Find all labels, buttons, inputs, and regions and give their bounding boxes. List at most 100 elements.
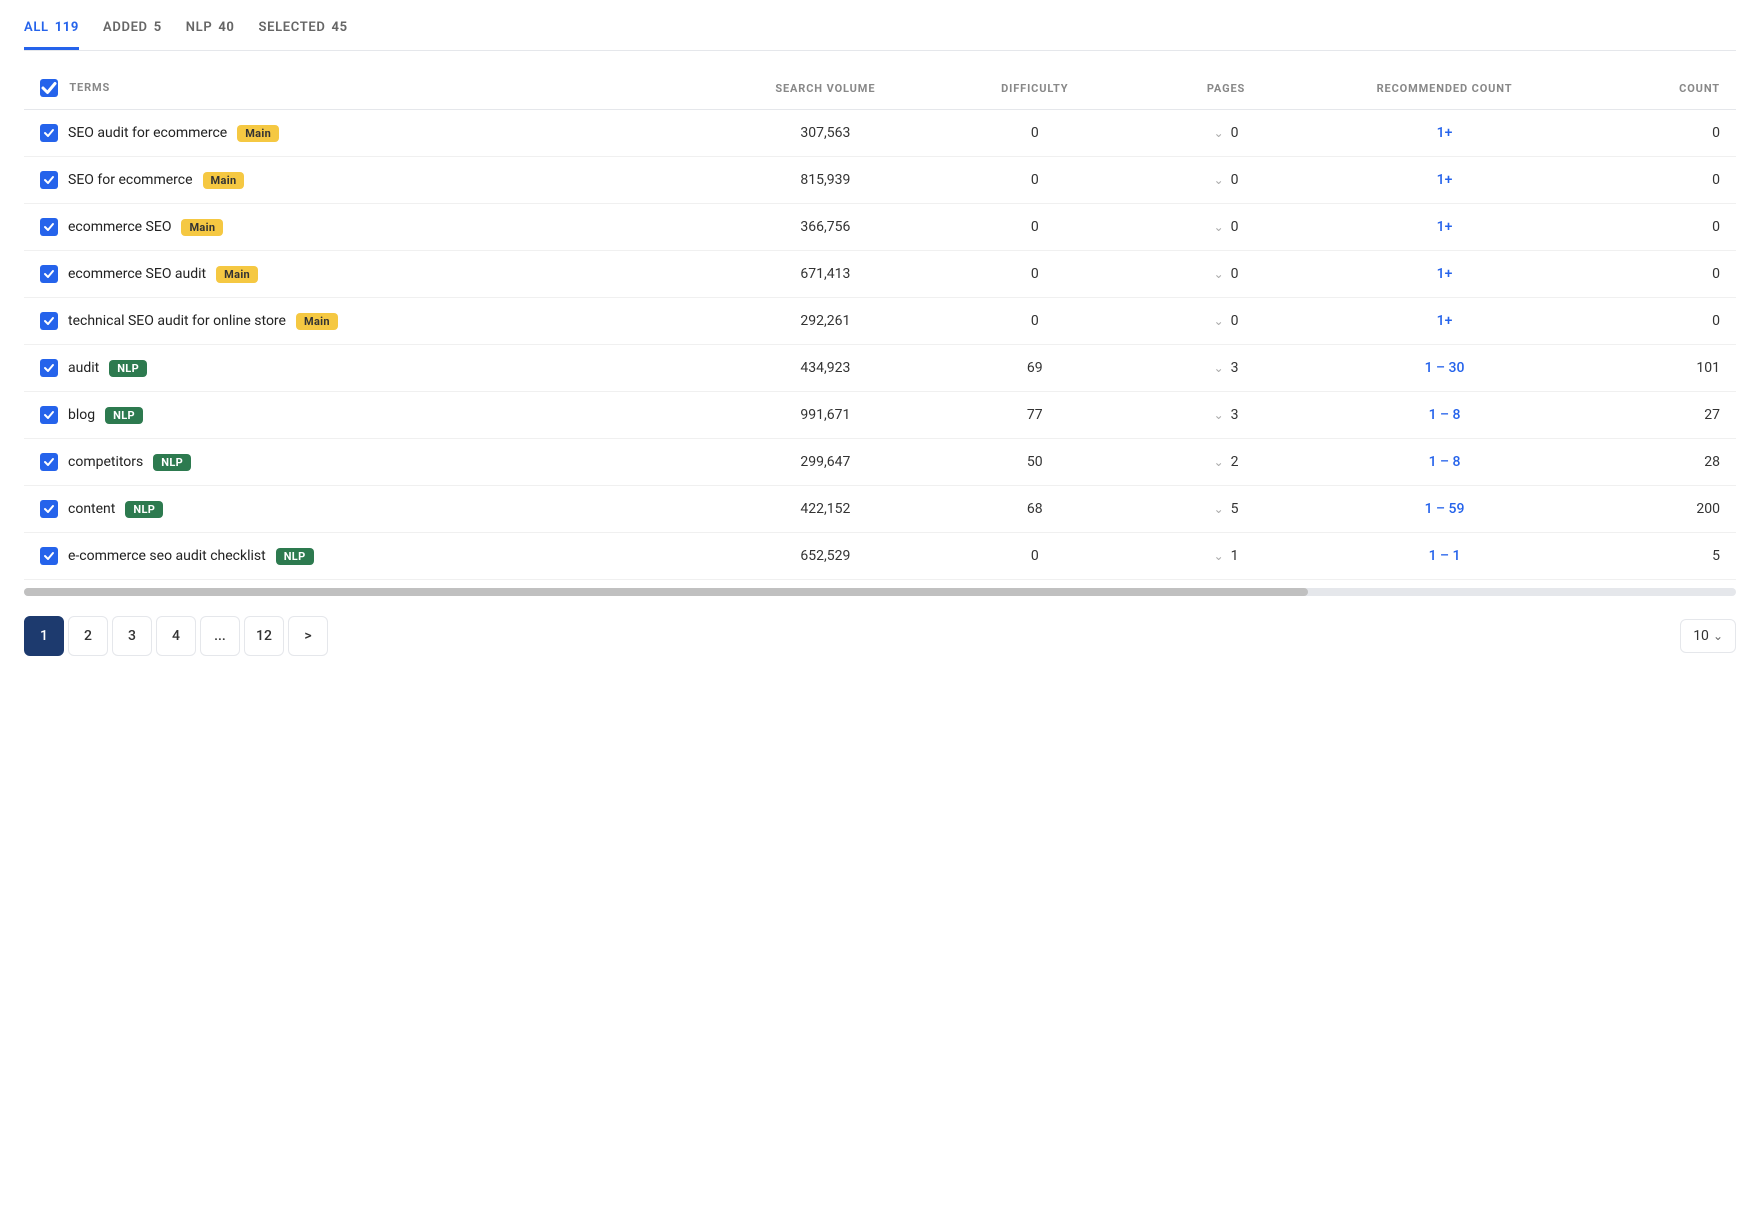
- terms-header-label: TERMS: [69, 81, 110, 94]
- count-cell-3: 0: [1572, 251, 1736, 298]
- terms-cell-2: ecommerce SEO Main: [24, 204, 716, 251]
- terms-header: TERMS: [24, 67, 716, 110]
- row-checkbox-9[interactable]: [40, 547, 58, 565]
- tab-all[interactable]: ALL 119: [24, 20, 79, 50]
- recommended-count-link-6[interactable]: 1 – 8: [1429, 407, 1461, 423]
- pages-cell-0: ⌄ 0: [1135, 110, 1317, 157]
- term-text-7: competitors: [68, 454, 143, 470]
- table-wrapper: TERMS SEARCH VOLUME DIFFICULTY PAGES REC…: [24, 67, 1736, 580]
- difficulty-cell-0: 0: [935, 110, 1135, 157]
- term-text-4: technical SEO audit for online store: [68, 313, 286, 329]
- tab-added[interactable]: ADDED 5: [103, 20, 162, 50]
- recommended-count-link-5[interactable]: 1 – 30: [1425, 360, 1465, 376]
- pages-chevron-7[interactable]: ⌄: [1214, 455, 1224, 469]
- terms-cell-0: SEO audit for ecommerce Main: [24, 110, 716, 157]
- search-volume-cell-8: 422,152: [716, 486, 935, 533]
- recommended-count-link-2[interactable]: 1+: [1437, 219, 1453, 235]
- page-btn-2[interactable]: 2: [68, 616, 108, 656]
- tab-count-added: 5: [154, 20, 162, 35]
- count-cell-9: 5: [1572, 533, 1736, 580]
- pages-chevron-9[interactable]: ⌄: [1214, 549, 1224, 563]
- term-text-8: content: [68, 501, 115, 517]
- tabs: ALL 119 ADDED 5 NLP 40 SELECTED 45: [24, 20, 1736, 50]
- recommended-count-cell-7: 1 – 8: [1317, 439, 1572, 486]
- recommended-count-link-3[interactable]: 1+: [1437, 266, 1453, 282]
- recommended-count-link-8[interactable]: 1 – 59: [1425, 501, 1465, 517]
- difficulty-cell-8: 68: [935, 486, 1135, 533]
- tab-nlp[interactable]: NLP 40: [186, 20, 235, 50]
- horizontal-scrollbar[interactable]: [24, 588, 1736, 596]
- terms-cell-5: audit NLP: [24, 345, 716, 392]
- terms-cell-4: technical SEO audit for online store Mai…: [24, 298, 716, 345]
- tab-count-selected: 45: [331, 20, 347, 35]
- difficulty-cell-4: 0: [935, 298, 1135, 345]
- row-checkbox-8[interactable]: [40, 500, 58, 518]
- row-checkbox-7[interactable]: [40, 453, 58, 471]
- pages-cell-6: ⌄ 3: [1135, 392, 1317, 439]
- row-checkbox-3[interactable]: [40, 265, 58, 283]
- count-cell-4: 0: [1572, 298, 1736, 345]
- pages-chevron-1[interactable]: ⌄: [1214, 173, 1224, 187]
- page-btn-3[interactable]: 3: [112, 616, 152, 656]
- page-btn-1[interactable]: 1: [24, 616, 64, 656]
- pages-label: PAGES: [1207, 82, 1245, 95]
- count-cell-5: 101: [1572, 345, 1736, 392]
- search-volume-cell-7: 299,647: [716, 439, 935, 486]
- count-cell-6: 27: [1572, 392, 1736, 439]
- term-text-2: ecommerce SEO: [68, 219, 171, 235]
- recommended-count-link-4[interactable]: 1+: [1437, 313, 1453, 329]
- pagination-ellipsis[interactable]: ...: [200, 616, 240, 656]
- count-cell-8: 200: [1572, 486, 1736, 533]
- recommended-count-link-1[interactable]: 1+: [1437, 172, 1453, 188]
- table-row: competitors NLP 299,647 50 ⌄ 2 1 – 8 28: [24, 439, 1736, 486]
- pagination-next[interactable]: >: [288, 616, 328, 656]
- row-checkbox-6[interactable]: [40, 406, 58, 424]
- term-text-6: blog: [68, 407, 95, 423]
- recommended-count-cell-5: 1 – 30: [1317, 345, 1572, 392]
- pages-chevron-5[interactable]: ⌄: [1214, 361, 1224, 375]
- count-header: COUNT: [1572, 67, 1736, 110]
- pages-chevron-6[interactable]: ⌄: [1214, 408, 1224, 422]
- page-btn-12[interactable]: 12: [244, 616, 284, 656]
- pages-cell-3: ⌄ 0: [1135, 251, 1317, 298]
- recommended-count-link-0[interactable]: 1+: [1437, 125, 1453, 141]
- pages-cell-8: ⌄ 5: [1135, 486, 1317, 533]
- search-volume-cell-4: 292,261: [716, 298, 935, 345]
- difficulty-cell-1: 0: [935, 157, 1135, 204]
- page-btn-4[interactable]: 4: [156, 616, 196, 656]
- row-checkbox-0[interactable]: [40, 124, 58, 142]
- terms-cell-7: competitors NLP: [24, 439, 716, 486]
- term-tag-5: NLP: [109, 360, 147, 377]
- row-checkbox-2[interactable]: [40, 218, 58, 236]
- row-checkbox-4[interactable]: [40, 312, 58, 330]
- select-all-checkbox[interactable]: [40, 79, 58, 97]
- pages-cell-5: ⌄ 3: [1135, 345, 1317, 392]
- per-page-select[interactable]: 10 ⌄: [1680, 619, 1736, 653]
- table-row: SEO audit for ecommerce Main 307,563 0 ⌄…: [24, 110, 1736, 157]
- tab-selected[interactable]: SELECTED 45: [259, 20, 348, 50]
- recommended-count-link-9[interactable]: 1 – 1: [1429, 548, 1461, 564]
- row-checkbox-1[interactable]: [40, 171, 58, 189]
- table-row: e-commerce seo audit checklist NLP 652,5…: [24, 533, 1736, 580]
- table-row: technical SEO audit for online store Mai…: [24, 298, 1736, 345]
- row-checkbox-5[interactable]: [40, 359, 58, 377]
- scrollbar-thumb[interactable]: [24, 588, 1308, 596]
- pages-chevron-0[interactable]: ⌄: [1214, 126, 1224, 140]
- recommended-count-label: RECOMMENDED COUNT: [1377, 82, 1513, 95]
- count-label: COUNT: [1679, 82, 1720, 95]
- pages-chevron-8[interactable]: ⌄: [1214, 502, 1224, 516]
- pages-chevron-4[interactable]: ⌄: [1214, 314, 1224, 328]
- recommended-count-link-7[interactable]: 1 – 8: [1429, 454, 1461, 470]
- pages-chevron-3[interactable]: ⌄: [1214, 267, 1224, 281]
- term-tag-0: Main: [237, 125, 279, 142]
- difficulty-cell-5: 69: [935, 345, 1135, 392]
- per-page-value: 10: [1693, 628, 1709, 644]
- pages-chevron-2[interactable]: ⌄: [1214, 220, 1224, 234]
- terms-cell-3: ecommerce SEO audit Main: [24, 251, 716, 298]
- pages-cell-4: ⌄ 0: [1135, 298, 1317, 345]
- count-cell-1: 0: [1572, 157, 1736, 204]
- term-tag-2: Main: [181, 219, 223, 236]
- search-volume-cell-6: 991,671: [716, 392, 935, 439]
- search-volume-cell-1: 815,939: [716, 157, 935, 204]
- recommended-count-header: RECOMMENDED COUNT: [1317, 67, 1572, 110]
